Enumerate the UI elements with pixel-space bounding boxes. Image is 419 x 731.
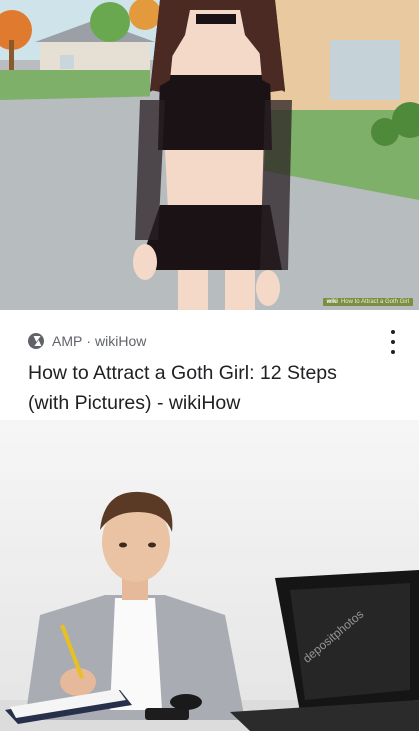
source-separator: · [86, 333, 92, 349]
kebab-dot [391, 340, 395, 344]
stock-photo: depositphotos [0, 420, 419, 731]
kebab-dot [391, 350, 395, 354]
source-site: wikiHow [95, 333, 147, 349]
photo-graphic [0, 420, 419, 731]
result-source-row: AMP · wikiHow [28, 332, 146, 350]
more-options-icon[interactable] [386, 330, 400, 354]
search-result-card[interactable]: AMP · wikiHow How to Attract a Goth Girl… [0, 310, 419, 420]
illustration-graphic [0, 0, 419, 310]
watermark-brand: wiki [326, 299, 338, 305]
result-title-link[interactable]: How to Attract a Goth Girl: 12 Steps (wi… [28, 358, 368, 418]
article-illustration[interactable]: wiki How to Attract a Goth Girl [0, 0, 419, 310]
wikihow-watermark: wiki How to Attract a Goth Girl [322, 298, 413, 306]
kebab-dot [391, 330, 395, 334]
amp-label: AMP [52, 333, 83, 349]
amp-icon [28, 333, 44, 349]
watermark-text: How to Attract a Goth Girl [340, 299, 409, 305]
